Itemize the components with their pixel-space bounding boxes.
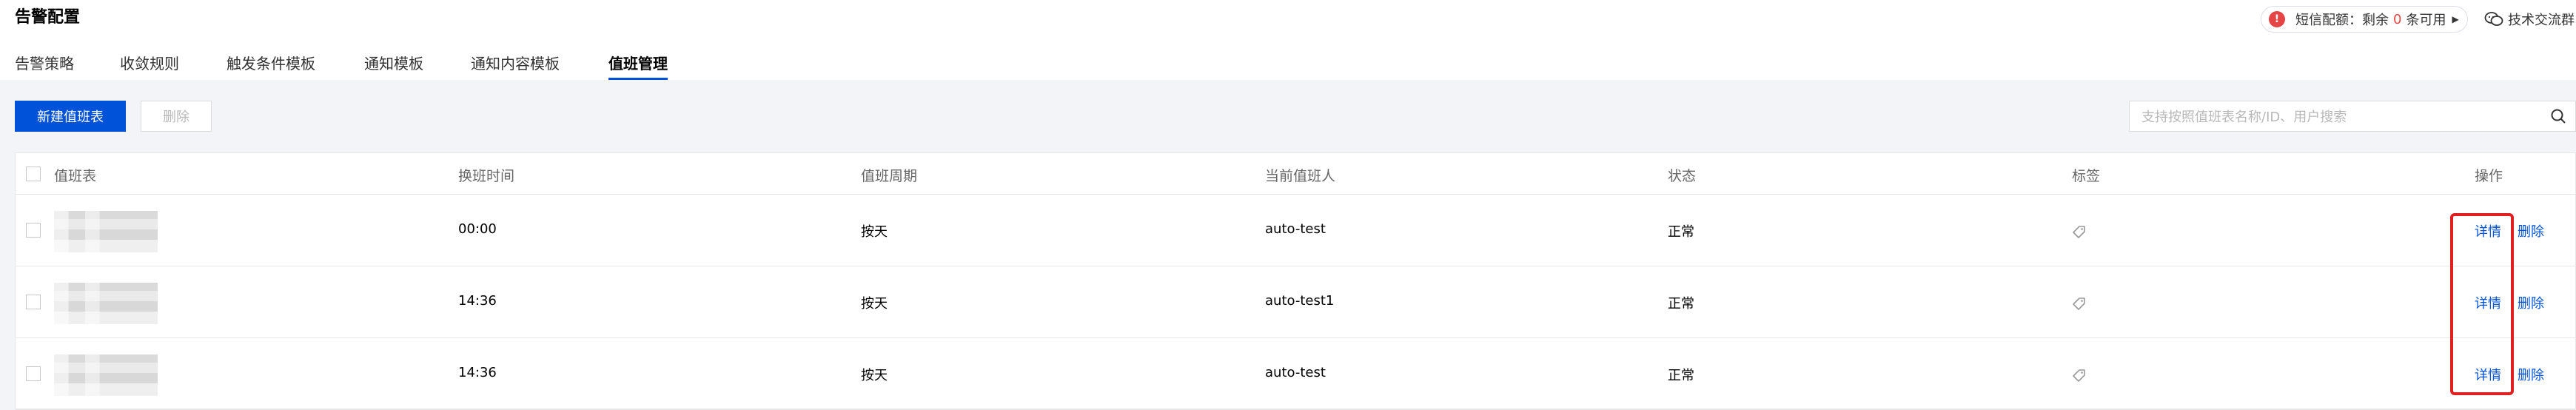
tag-icon[interactable] — [2070, 366, 2088, 384]
column-shift-time: 换班时间 — [458, 168, 515, 184]
page-title: 告警配置 — [15, 8, 81, 27]
sms-quota-badge[interactable]: ! 短信配额：剩余 0 条可用 ▶ — [2261, 6, 2468, 33]
warning-icon: ! — [2269, 11, 2285, 27]
page-header: 告警配置 ! 短信配额：剩余 0 条可用 ▶ 技术交流群 告警策略 收敛规则 触… — [0, 0, 2576, 80]
redacted-schedule-name — [54, 211, 158, 252]
on-duty-cell: auto-test — [1265, 365, 1326, 380]
delete-link[interactable]: 删除 — [2518, 365, 2544, 384]
create-schedule-button[interactable]: 新建值班表 — [15, 101, 126, 132]
sms-quota-unit: 条可用 — [2406, 13, 2446, 28]
tab-alarm-policy[interactable]: 告警策略 — [15, 52, 74, 80]
cycle-cell: 按天 — [861, 224, 888, 240]
select-all-checkbox[interactable] — [26, 167, 41, 181]
table-row: 00:00 按天 auto-test 正常 详情 删除 — [16, 195, 2575, 266]
column-schedule: 值班表 — [54, 168, 97, 184]
column-status: 状态 — [1668, 168, 1697, 184]
search-box — [2129, 101, 2576, 132]
sms-quota-label: 短信配额：剩余 — [2295, 13, 2389, 28]
row-checkbox[interactable] — [26, 366, 41, 381]
tech-group-label: 技术交流群 — [2508, 13, 2575, 28]
toolbar: 新建值班表 删除 — [0, 80, 2576, 152]
tab-on-duty-management[interactable]: 值班管理 — [608, 52, 668, 80]
play-icon: ▶ — [2452, 14, 2459, 24]
tech-group-link[interactable]: 技术交流群 — [2484, 6, 2575, 33]
schedule-table: 值班表 换班时间 值班周期 当前值班人 状态 标签 操作 00:00 按天 au… — [15, 152, 2576, 410]
on-duty-cell: auto-test1 — [1265, 293, 1335, 309]
tag-icon[interactable] — [2070, 295, 2088, 312]
search-input[interactable] — [2140, 106, 2528, 128]
search-icon[interactable] — [2550, 108, 2566, 124]
shift-time-cell: 00:00 — [458, 221, 497, 237]
detail-link[interactable]: 详情 — [2475, 365, 2501, 384]
column-cycle: 值班周期 — [861, 168, 918, 184]
redacted-schedule-name — [54, 354, 158, 396]
column-current-on-duty: 当前值班人 — [1265, 168, 1336, 184]
sms-quota-count: 0 — [2393, 11, 2402, 27]
cycle-cell: 按天 — [861, 368, 888, 383]
row-checkbox[interactable] — [26, 223, 41, 238]
tag-icon[interactable] — [2070, 223, 2088, 241]
on-duty-cell: auto-test — [1265, 221, 1326, 237]
column-tags: 标签 — [2072, 168, 2101, 184]
status-cell: 正常 — [1668, 224, 1694, 240]
delete-link[interactable]: 删除 — [2518, 221, 2544, 241]
redacted-schedule-name — [54, 283, 158, 324]
shift-time-cell: 14:36 — [458, 365, 497, 380]
table-row: 14:36 按天 auto-test 正常 详情 删除 — [16, 338, 2575, 410]
status-cell: 正常 — [1668, 368, 1694, 383]
column-actions: 操作 — [2475, 168, 2503, 184]
tab-convergence-rules[interactable]: 收敛规则 — [120, 52, 179, 80]
detail-link[interactable]: 详情 — [2475, 293, 2501, 312]
chat-icon — [2484, 12, 2503, 26]
cycle-cell: 按天 — [861, 296, 888, 312]
tab-notification-content-templates[interactable]: 通知内容模板 — [471, 52, 560, 80]
row-checkbox[interactable] — [26, 295, 41, 309]
tab-bar: 告警策略 收敛规则 触发条件模板 通知模板 通知内容模板 值班管理 — [0, 46, 2576, 80]
delete-button[interactable]: 删除 — [141, 101, 212, 132]
tab-notification-templates[interactable]: 通知模板 — [364, 52, 423, 80]
shift-time-cell: 14:36 — [458, 293, 497, 309]
detail-link[interactable]: 详情 — [2475, 221, 2501, 241]
delete-link[interactable]: 删除 — [2518, 293, 2544, 312]
table-header: 值班表 换班时间 值班周期 当前值班人 状态 标签 操作 — [16, 153, 2575, 195]
status-cell: 正常 — [1668, 296, 1694, 312]
tab-trigger-templates[interactable]: 触发条件模板 — [227, 52, 315, 80]
table-row: 14:36 按天 auto-test1 正常 详情 删除 — [16, 266, 2575, 338]
